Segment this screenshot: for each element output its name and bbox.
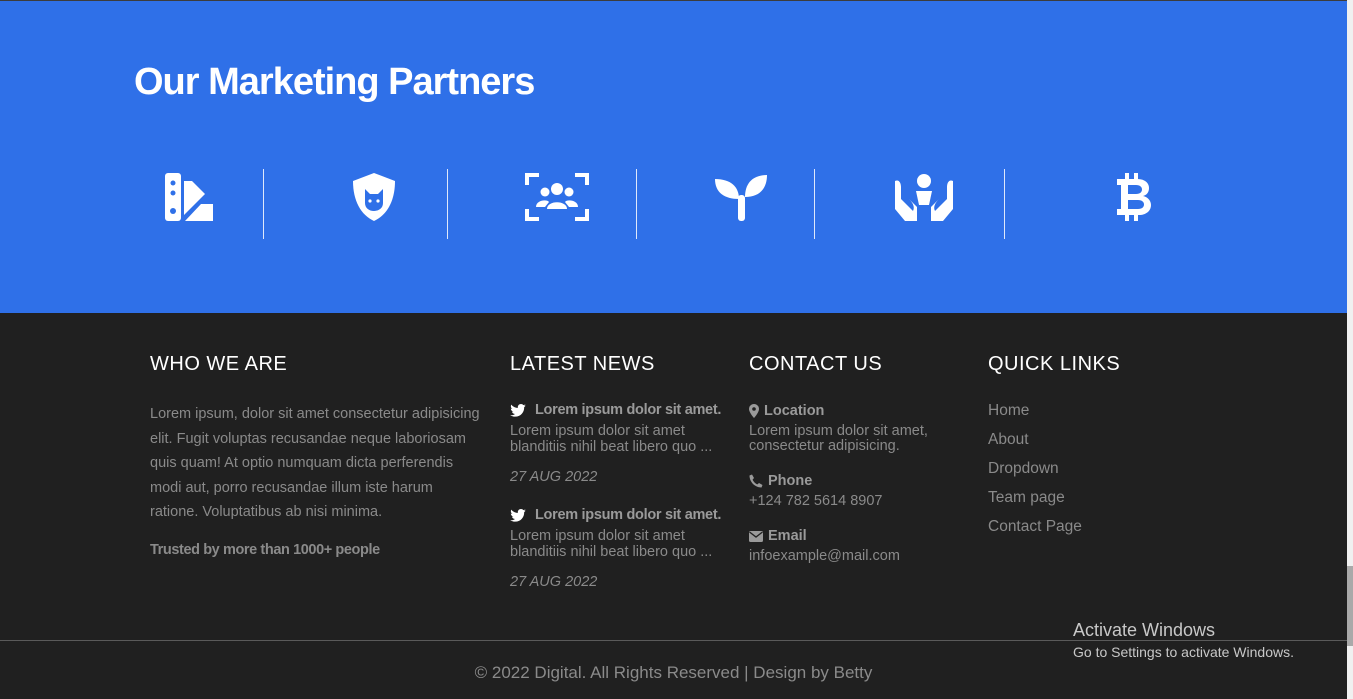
map-marker-icon (749, 404, 759, 418)
watermark-line-2: Go to Settings to activate Windows. (1073, 644, 1294, 660)
swatchbook-icon[interactable] (163, 167, 217, 227)
latest-news-heading: LATEST NEWS (510, 353, 655, 375)
phone-icon (749, 474, 763, 488)
quick-link-contact-page[interactable]: Contact Page (988, 518, 1120, 547)
contact-us-column: CONTACT US Location Lorem ipsum dolor si… (749, 353, 949, 564)
quick-link-home[interactable]: Home (988, 402, 1120, 431)
location-block: Location Lorem ipsum dolor sit amet, con… (749, 403, 949, 454)
quick-link-team-page[interactable]: Team page (988, 489, 1120, 518)
email-label: Email (768, 528, 807, 544)
trusted-text: Trusted by more than 1000+ people (150, 541, 380, 558)
who-we-are-heading: WHO WE ARE (150, 353, 288, 375)
watermark-line-1: Activate Windows (1073, 620, 1216, 640)
news-item[interactable]: Lorem ipsum dolor sit amet. Lorem ipsum … (510, 402, 721, 485)
news-item[interactable]: Lorem ipsum dolor sit amet. Lorem ipsum … (510, 507, 721, 590)
twitter-icon (510, 508, 526, 522)
scrollbar-thumb[interactable] (1347, 566, 1353, 646)
phone-block: Phone +124 782 5614 8907 (749, 473, 949, 509)
quick-links-column: QUICK LINKS Home About Dropdown Team pag… (988, 353, 1120, 547)
news-title[interactable]: Lorem ipsum dolor sit amet. (535, 402, 721, 418)
news-date: 27 AUG 2022 (510, 469, 598, 485)
who-we-are-column: WHO WE ARE Lorem ipsum, dolor sit amet c… (150, 353, 485, 558)
phone-value[interactable]: +124 782 5614 8907 (749, 494, 949, 509)
contact-us-heading: CONTACT US (749, 353, 883, 375)
logo-divider (814, 169, 815, 239)
logo-divider (636, 169, 637, 239)
news-date: 27 AUG 2022 (510, 574, 598, 590)
logo-divider (263, 169, 264, 239)
email-value[interactable]: infoexample@mail.com (749, 549, 949, 564)
latest-news-column: LATEST NEWS Lorem ipsum dolor sit amet. … (510, 353, 721, 590)
windows-activation-watermark: Activate Windows Go to Settings to activ… (1073, 620, 1294, 660)
news-body: Lorem ipsum dolor sit amet blanditiis ni… (510, 528, 713, 560)
location-label: Location (764, 403, 825, 419)
news-body: Lorem ipsum dolor sit amet blanditiis ni… (510, 423, 713, 455)
quick-link-about[interactable]: About (988, 431, 1120, 460)
envelope-icon (749, 530, 763, 542)
shield-cat-icon[interactable] (348, 167, 400, 227)
hands-holding-child-icon[interactable] (891, 167, 957, 227)
partners-title: Our Marketing Partners (134, 61, 535, 103)
logo-divider (447, 169, 448, 239)
twitter-icon (510, 403, 526, 417)
seedling-icon[interactable] (713, 167, 769, 227)
phone-label: Phone (768, 473, 813, 489)
quick-links-list: Home About Dropdown Team page Contact Pa… (988, 402, 1120, 547)
location-value: Lorem ipsum dolor sit amet, consectetur … (749, 423, 928, 454)
marketing-partners-section: Our Marketing Partners (0, 1, 1347, 313)
news-title[interactable]: Lorem ipsum dolor sit amet. (535, 507, 721, 523)
logo-divider (1004, 169, 1005, 239)
quick-links-heading: QUICK LINKS (988, 353, 1121, 375)
bitcoin-icon[interactable] (1112, 167, 1154, 227)
copyright-text: © 2022 Digital. All Rights Reserved | De… (474, 663, 873, 682)
users-viewfinder-icon[interactable] (525, 167, 589, 227)
who-we-are-text: Lorem ipsum, dolor sit amet consectetur … (150, 406, 480, 520)
email-block: Email infoexample@mail.com (749, 528, 949, 564)
quick-link-dropdown[interactable]: Dropdown (988, 460, 1120, 489)
page-scrollbar[interactable] (1347, 0, 1353, 699)
